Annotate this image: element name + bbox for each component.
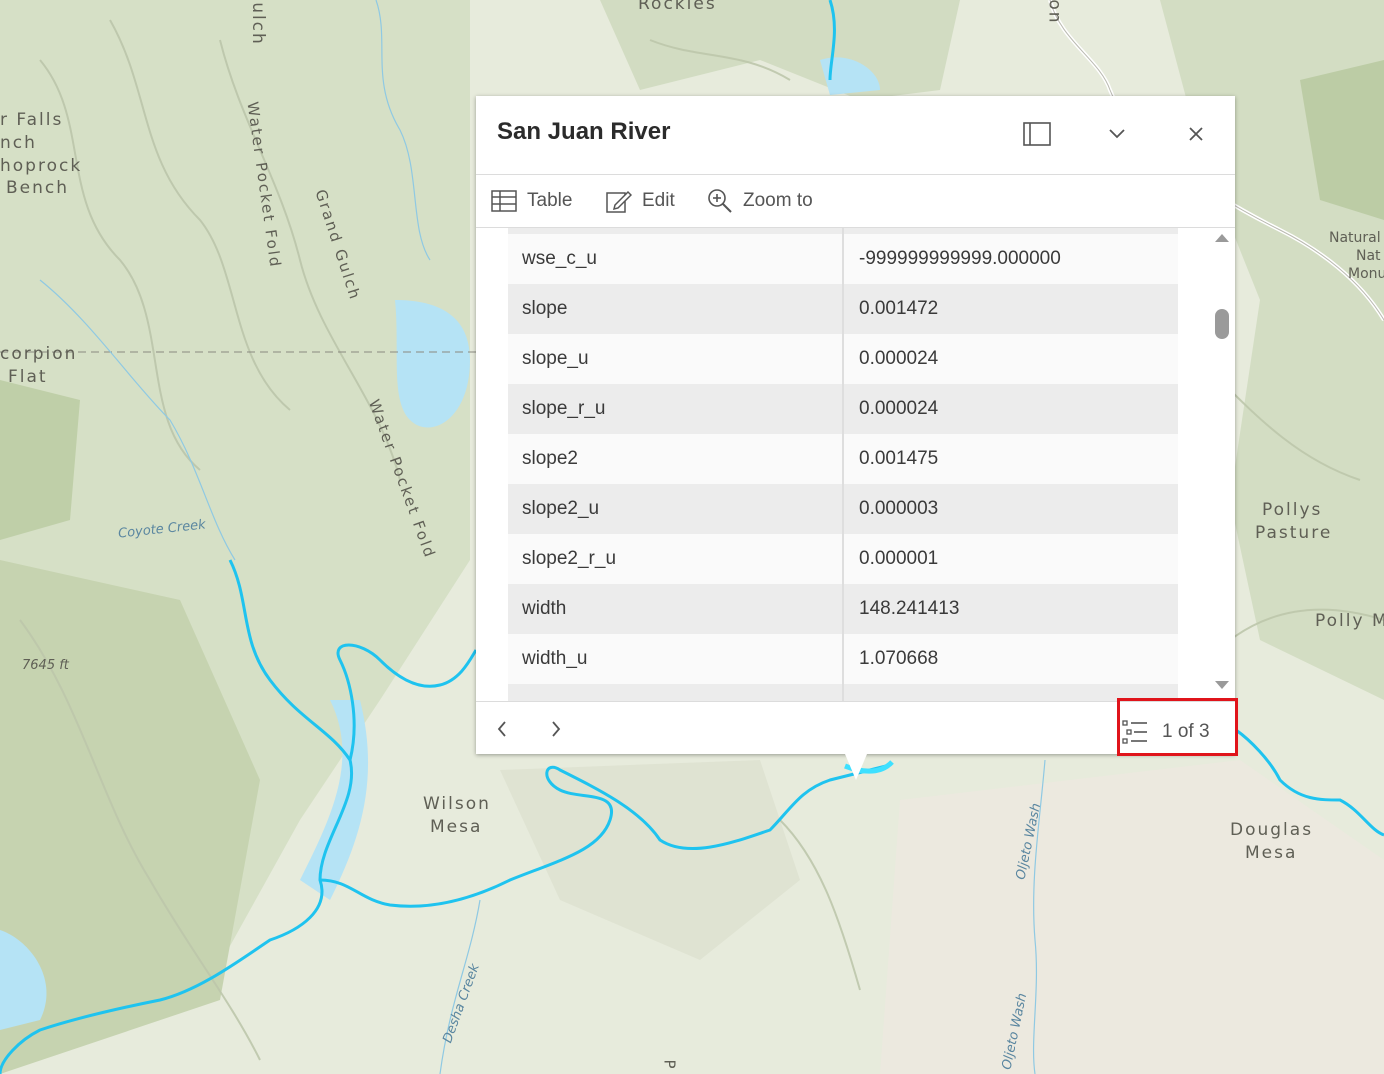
map-label-pasture: Pasture [1255, 523, 1333, 543]
next-feature-button[interactable] [541, 714, 571, 744]
popup-header: San Juan River [476, 96, 1235, 175]
close-button[interactable] [1176, 116, 1216, 152]
map-label-nch: nch [0, 133, 37, 153]
map-label-scorpion: corpion [0, 344, 78, 364]
chevron-left-icon [497, 721, 506, 737]
edit-icon [606, 190, 632, 213]
table-icon [491, 190, 517, 212]
field-name: slope2_u [522, 498, 600, 519]
column-divider [842, 228, 844, 701]
field-value: -999999999999.000000 [859, 248, 1061, 269]
scrollbar[interactable] [1213, 228, 1231, 701]
table-action[interactable]: Table [491, 187, 572, 215]
map-label-rockies: Rockies [638, 0, 717, 14]
map-label-nat: Nat [1356, 248, 1381, 264]
field-name: slope2_r_u [522, 548, 617, 569]
field-value: 0.000003 [859, 498, 939, 519]
edit-action-label: Edit [642, 190, 675, 211]
map-label-elevation: 7645 ft [22, 658, 69, 673]
field-name: slope2 [522, 448, 578, 469]
field-name: slope_r_u [522, 398, 606, 419]
zoom-in-icon [708, 189, 732, 213]
scrollbar-thumb[interactable] [1215, 308, 1229, 339]
popup-actions: Table Edit Zoom to [476, 175, 1235, 228]
field-value: 0.000001 [859, 548, 939, 569]
field-name: width_u [522, 648, 588, 669]
map-label-p: P [660, 1059, 679, 1071]
zoom-to-action[interactable]: Zoom to [707, 187, 813, 215]
map-label-douglas-mesa: Mesa [1245, 843, 1298, 863]
map-label-wilson: Wilson [423, 794, 491, 814]
map-label-falls: r Falls [0, 110, 64, 130]
edit-action[interactable]: Edit [606, 187, 675, 215]
popup-pointer [845, 754, 867, 780]
collapse-button[interactable] [1097, 116, 1137, 152]
map-label-natural: Natural [1329, 230, 1381, 246]
map-label-douglas: Douglas [1230, 820, 1314, 840]
map-label-on: on [1044, 0, 1065, 25]
attribute-table[interactable]: wse_c_u -999999999999.000000 slope 0.001… [476, 228, 1235, 701]
chevron-down-icon [1109, 129, 1125, 139]
zoom-to-action-label: Zoom to [743, 190, 813, 211]
field-value: 0.001472 [859, 298, 939, 319]
chevron-right-icon [552, 721, 561, 737]
field-name: width [522, 598, 567, 619]
field-value: 0.000024 [859, 398, 939, 419]
field-value: 0.000024 [859, 348, 939, 369]
field-name: slope_u [522, 348, 589, 369]
feature-count-highlight [1117, 698, 1238, 756]
map-label-polly-m: Polly M [1315, 611, 1384, 631]
popup-title: San Juan River [497, 118, 671, 145]
scroll-down-arrow-icon[interactable] [1213, 679, 1231, 691]
scroll-up-arrow-icon[interactable] [1213, 232, 1231, 244]
previous-feature-button[interactable] [487, 714, 517, 744]
table-action-label: Table [527, 190, 573, 211]
field-value: 1.070668 [859, 648, 939, 669]
map-label-pollys: Pollys [1262, 500, 1323, 520]
map-label-ulch: ulch [247, 2, 268, 46]
map-label-bench: Bench [6, 178, 70, 198]
field-value: 148.241413 [859, 598, 960, 619]
map-label-flat: Flat [8, 367, 48, 387]
field-name: wse_c_u [522, 248, 597, 269]
close-icon [1189, 127, 1203, 141]
dock-button[interactable] [1017, 116, 1057, 152]
field-value: 0.001475 [859, 448, 939, 469]
map-label-monu: Monu [1348, 266, 1384, 282]
map-label-hoprock: hoprock [0, 156, 83, 176]
map-label-wilson-mesa: Mesa [430, 817, 483, 837]
dock-icon [1023, 122, 1051, 146]
field-name: slope [522, 298, 568, 319]
feature-popup: San Juan River Table Edit Zoom to wse_c_… [476, 96, 1235, 754]
